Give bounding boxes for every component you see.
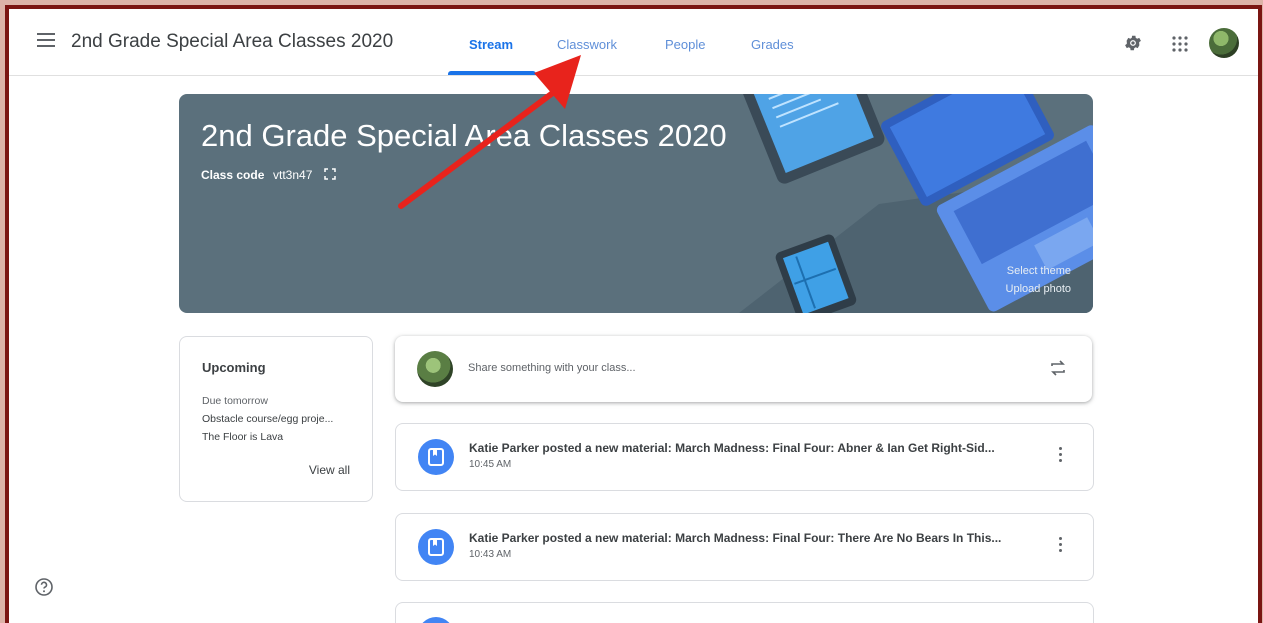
google-apps-icon[interactable] — [1172, 36, 1188, 52]
class-code-label: Class code — [201, 168, 265, 182]
post-time: 10:43 AM — [469, 549, 512, 560]
due-tomorrow-label: Due tomorrow — [202, 395, 268, 407]
material-icon — [418, 529, 454, 565]
settings-gear-icon[interactable] — [1123, 33, 1143, 53]
upcoming-title: Upcoming — [202, 360, 266, 375]
banner-title: 2nd Grade Special Area Classes 2020 — [201, 118, 727, 153]
help-icon[interactable] — [34, 577, 54, 597]
material-icon — [418, 617, 454, 623]
more-options-icon[interactable] — [1059, 447, 1063, 467]
select-theme-link[interactable]: Select theme — [1007, 265, 1071, 277]
view-all-button[interactable]: View all — [309, 463, 350, 477]
share-input[interactable]: Share something with your class... — [468, 362, 636, 374]
upload-photo-link[interactable]: Upload photo — [1006, 283, 1071, 295]
account-avatar[interactable] — [1209, 28, 1239, 58]
top-app-bar: 2nd Grade Special Area Classes 2020 Stre… — [9, 9, 1258, 76]
stream-post[interactable]: Katie Parker posted a new material: Marc… — [395, 513, 1094, 581]
tab-grades[interactable]: Grades — [751, 37, 794, 52]
upcoming-item[interactable]: Obstacle course/egg proje... — [202, 413, 333, 425]
post-title[interactable]: Katie Parker posted a new material: Marc… — [469, 531, 1034, 545]
avatar — [417, 351, 453, 387]
fullscreen-icon[interactable] — [324, 168, 336, 180]
share-box[interactable]: Share something with your class... — [395, 336, 1092, 402]
material-icon — [418, 439, 454, 475]
upcoming-card: Upcoming Due tomorrow Obstacle course/eg… — [179, 336, 373, 502]
tab-stream[interactable]: Stream — [469, 37, 513, 52]
stream-post[interactable] — [395, 602, 1094, 623]
class-banner: 2nd Grade Special Area Classes 2020 Clas… — [179, 94, 1093, 313]
class-title[interactable]: 2nd Grade Special Area Classes 2020 — [71, 31, 393, 53]
stream-post[interactable]: Katie Parker posted a new material: Marc… — [395, 423, 1094, 491]
active-tab-indicator — [448, 71, 536, 75]
screenshot-frame: 2nd Grade Special Area Classes 2020 Stre… — [5, 5, 1262, 623]
class-code-value: vtt3n47 — [273, 168, 313, 182]
more-options-icon[interactable] — [1059, 537, 1063, 557]
repost-icon[interactable] — [1048, 358, 1068, 378]
upcoming-item[interactable]: The Floor is Lava — [202, 431, 283, 443]
tab-classwork[interactable]: Classwork — [557, 37, 617, 52]
post-title[interactable]: Katie Parker posted a new material: Marc… — [469, 441, 1034, 455]
post-time: 10:45 AM — [469, 459, 512, 470]
menu-icon[interactable] — [37, 33, 55, 47]
tab-people[interactable]: People — [665, 37, 705, 52]
